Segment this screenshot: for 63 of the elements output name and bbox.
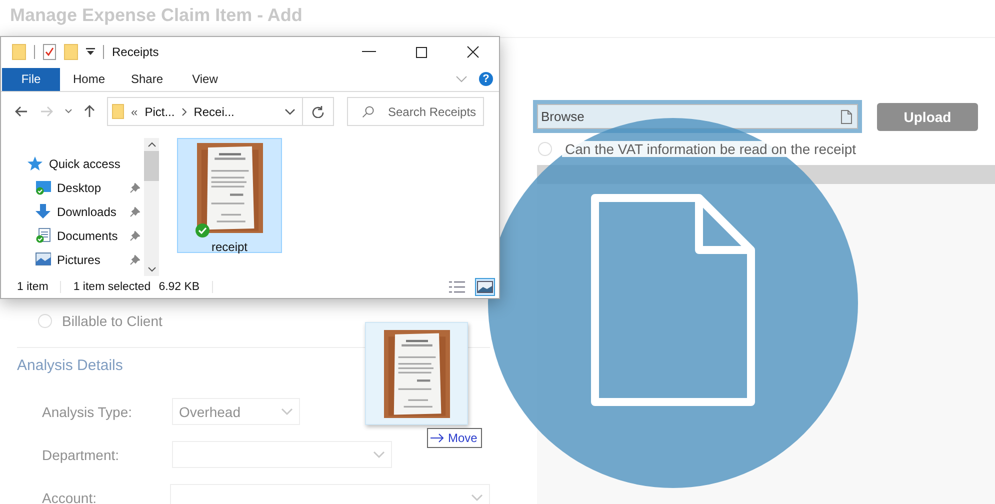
nav-item[interactable]: Documents (27, 224, 144, 248)
up-arrow-icon[interactable] (84, 105, 95, 118)
ribbon-tab[interactable]: Share (118, 68, 176, 91)
folder-icon (64, 44, 78, 60)
file-icon (841, 110, 852, 124)
chevron-down-icon (281, 408, 293, 416)
search-field[interactable]: Search Receipts (347, 97, 484, 126)
star-icon (27, 156, 43, 172)
nav-item[interactable]: Desktop (27, 176, 144, 200)
scroll-down-icon[interactable] (148, 267, 156, 272)
window-title: Receipts (112, 45, 159, 60)
desktop-icon (35, 180, 51, 196)
arrow-right-icon (430, 433, 444, 443)
breadcrumb[interactable]: Recei... (194, 104, 234, 119)
file-item[interactable]: receipt (177, 138, 282, 253)
drag-tooltip: Move (427, 428, 482, 448)
pictures-icon (35, 252, 51, 268)
ribbon-tab[interactable]: File (2, 68, 60, 91)
overflow-chevron[interactable]: « (131, 104, 138, 119)
large-icons-view-button[interactable] (475, 278, 495, 296)
nav-item[interactable]: Quick access (27, 152, 144, 176)
image-icon (477, 281, 493, 294)
documents-icon (35, 228, 51, 244)
scrollbar-thumb[interactable] (144, 150, 159, 181)
search-icon (362, 106, 374, 118)
radio-button[interactable] (38, 314, 52, 328)
status-text: 1 item selected (73, 281, 151, 294)
refresh-icon (312, 105, 324, 118)
scroll-up-icon[interactable] (148, 142, 156, 147)
chevron-down-icon[interactable] (285, 108, 295, 115)
radio-button[interactable] (538, 142, 552, 156)
chevron-down-icon[interactable] (65, 109, 72, 114)
close-icon[interactable] (467, 46, 479, 58)
folder-icon (12, 44, 26, 60)
status-text: 1 item (17, 281, 48, 294)
scrollbar[interactable] (144, 138, 159, 276)
field-label: Account: (41, 490, 98, 504)
chevron-right-icon (182, 108, 187, 116)
field-label: Analysis Type: (41, 404, 134, 420)
status-text: 6.92 KB (158, 281, 200, 294)
chevron-down-icon (471, 494, 483, 502)
document-icon (591, 194, 755, 406)
section-heading: Analysis Details (17, 356, 124, 376)
maximize-icon[interactable] (416, 46, 427, 58)
dropdown-icon[interactable] (86, 48, 95, 56)
folder-icon (112, 104, 124, 120)
dropdown-field[interactable] (170, 484, 490, 504)
help-button[interactable]: ? (479, 72, 493, 86)
properties-icon (43, 44, 56, 60)
minimize-icon[interactable] (362, 51, 376, 54)
field-label: Department: (41, 446, 120, 462)
download-icon (35, 204, 51, 220)
ribbon-tab[interactable]: Home (60, 68, 118, 91)
back-arrow-icon[interactable] (15, 106, 28, 118)
nav-item[interactable]: Pictures (27, 248, 144, 272)
list-icon (449, 281, 465, 294)
radio-label: Billable to Client (62, 313, 162, 329)
dropdown-field[interactable] (172, 441, 392, 468)
ribbon-tab[interactable]: View (176, 68, 234, 91)
breadcrumb[interactable]: Pict... (144, 104, 175, 119)
address-bar[interactable]: « Pict... Recei... (107, 97, 334, 126)
chevron-down-icon (373, 450, 385, 458)
nav-item[interactable]: Downloads (27, 200, 144, 224)
